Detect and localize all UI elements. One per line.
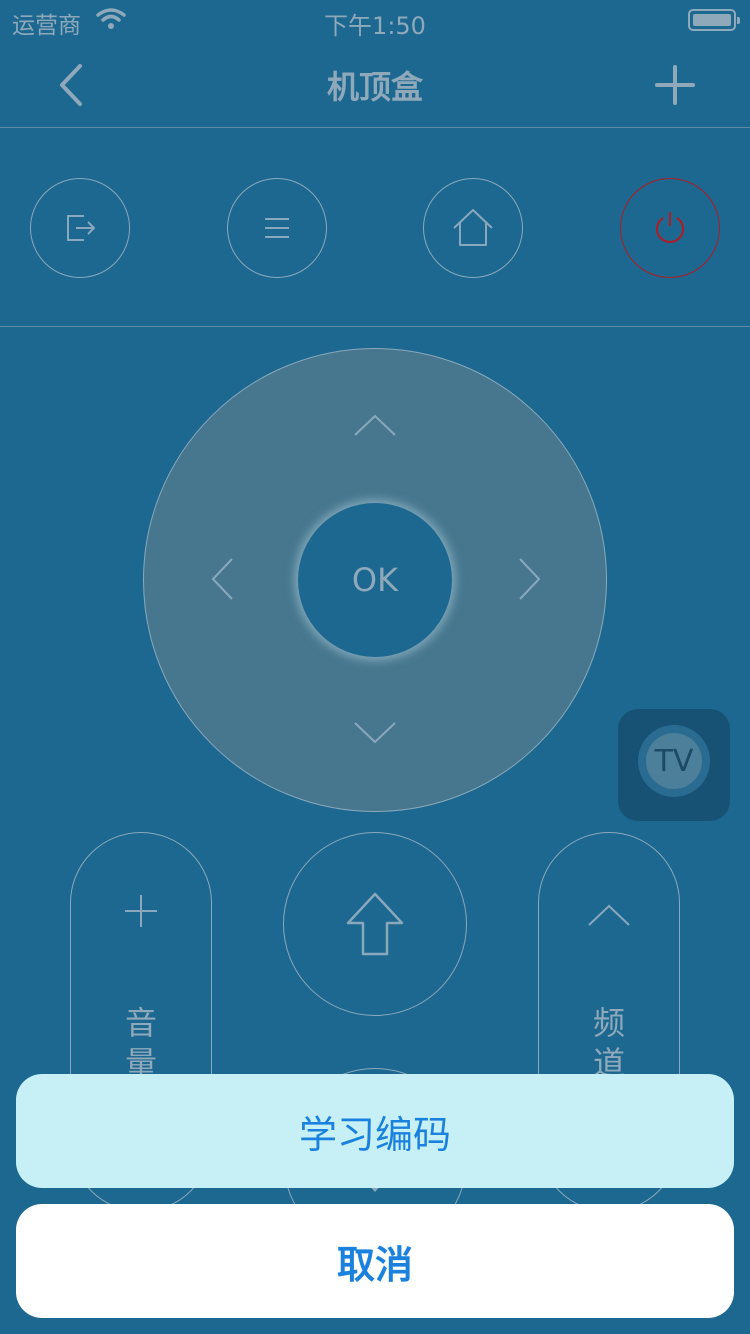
plus-icon: [125, 895, 157, 927]
arrow-up-icon: [346, 892, 404, 956]
dpad: OK: [143, 348, 607, 812]
add-button[interactable]: [652, 62, 698, 108]
clock: 下午1:50: [324, 12, 426, 40]
dpad-up-button[interactable]: [345, 395, 405, 455]
nav-bar: 机顶盒: [0, 40, 750, 128]
channel-label-line1: 频: [592, 1004, 625, 1042]
chevron-up-icon: [588, 904, 630, 926]
chevron-down-icon: [354, 722, 396, 744]
volume-label: 音 量: [71, 1003, 211, 1083]
dpad-right-button[interactable]: [500, 549, 560, 609]
tv-switch-button[interactable]: TV: [618, 709, 730, 821]
page-title: 机顶盒: [326, 68, 423, 106]
tv-label: TV: [646, 733, 702, 789]
learn-code-button[interactable]: 学习编码: [16, 1074, 734, 1188]
chevron-up-icon: [354, 414, 396, 436]
up-arrow-button[interactable]: [283, 832, 467, 1016]
dpad-left-button[interactable]: [192, 549, 252, 609]
volume-label-line1: 音: [124, 1004, 157, 1042]
battery-icon: [688, 9, 740, 31]
exit-button[interactable]: [30, 178, 130, 278]
exit-icon: [67, 215, 95, 241]
home-icon: [453, 209, 493, 246]
menu-button[interactable]: [227, 178, 327, 278]
ok-button[interactable]: OK: [298, 503, 452, 657]
plus-icon: [655, 65, 695, 105]
chevron-right-icon: [519, 558, 541, 600]
function-row: [0, 129, 750, 327]
home-button[interactable]: [423, 178, 523, 278]
volume-up-button[interactable]: [71, 893, 211, 929]
channel-label: 频 道: [539, 1003, 679, 1083]
dpad-down-button[interactable]: [345, 703, 405, 763]
power-button[interactable]: [620, 178, 720, 278]
power-icon: [656, 212, 684, 243]
channel-up-button[interactable]: [539, 903, 679, 927]
chevron-left-icon: [211, 558, 233, 600]
cancel-button[interactable]: 取消: [16, 1204, 734, 1318]
menu-icon: [265, 218, 289, 238]
status-bar: 运营商 下午1:50: [0, 0, 750, 40]
